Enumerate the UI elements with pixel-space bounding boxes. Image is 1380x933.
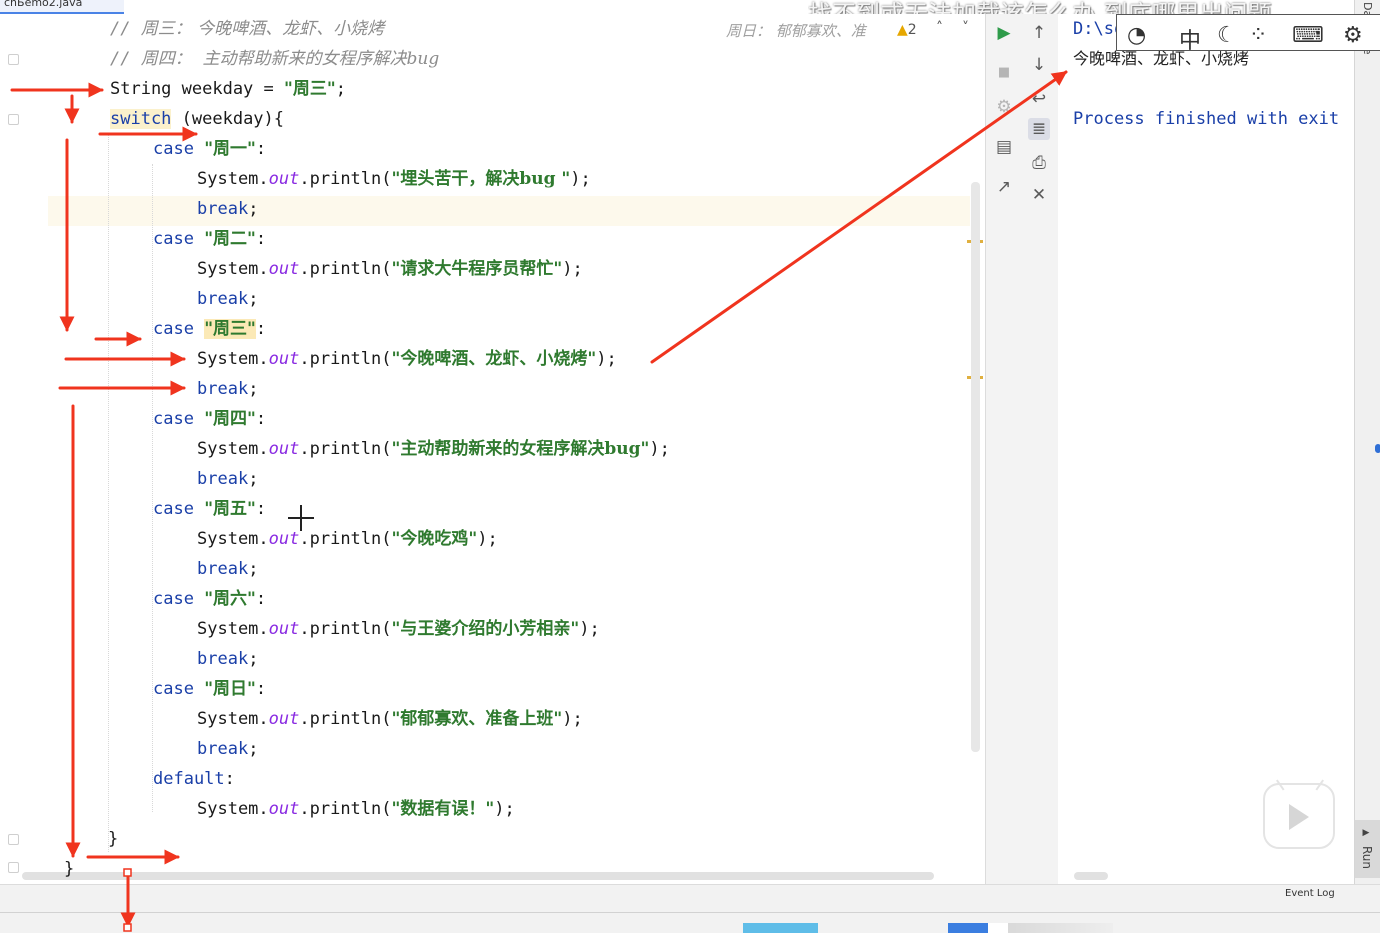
arrow-handle: [123, 868, 132, 877]
annotation-arrows: [10, 70, 1068, 932]
arrow-to-console-output: [650, 70, 1068, 364]
screen: chБemo2.java 找不到或无法加载该怎么办 到底哪里出问题 周日： 郁郁…: [0, 0, 1380, 933]
arrow-handle: [123, 923, 132, 932]
